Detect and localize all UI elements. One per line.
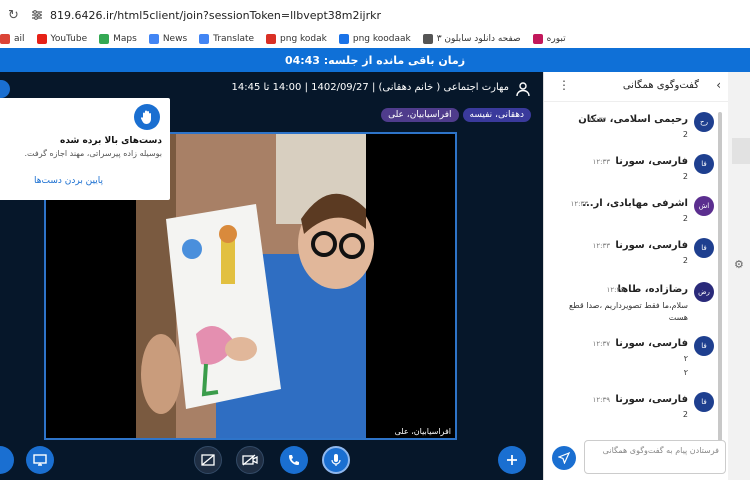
bookmark-icon xyxy=(36,34,47,44)
bookmark-label: Translate xyxy=(213,34,255,44)
bookmark-icon xyxy=(422,34,433,44)
video-label: افراسیابیان، علی xyxy=(394,427,451,436)
bookmark-item[interactable]: png koodaak xyxy=(338,34,411,44)
url-text[interactable]: 819.6426.ir/html5client/join?sessionToke… xyxy=(50,9,381,22)
gear-icon[interactable]: ⚙ xyxy=(734,258,744,271)
chat-title: گفت‌وگوی همگانی xyxy=(622,80,699,91)
raised-hands-title: دست‌های بالا برده شده xyxy=(60,136,162,146)
app-root: ↻ 819.6426.ir/html5client/join?sessionTo… xyxy=(0,0,750,480)
message-author: فارسی، سورنا xyxy=(615,240,688,251)
presenter-tags: دهقانی، نفیسه افراسیابیان، علی xyxy=(381,108,531,122)
camera-off-button[interactable] xyxy=(236,446,264,474)
bookmark-icon xyxy=(99,34,110,44)
chevron-left-icon[interactable]: ‹ xyxy=(716,78,721,92)
avatar: فا xyxy=(694,154,714,174)
raised-hands-panel: دست‌های بالا برده شده بوسیله زاده پیرسرا… xyxy=(0,98,170,200)
message-time: ۱۲:۲۵ xyxy=(606,286,624,294)
bookmark-label: صفحه دانلود سابلون ۳ xyxy=(436,34,521,44)
avatar: اش xyxy=(694,196,714,216)
side-panel-tab[interactable] xyxy=(732,138,750,164)
message-text: ۲ xyxy=(683,354,688,363)
message-text: 2 xyxy=(682,130,688,139)
avatar: رح xyxy=(694,112,714,132)
screen-share-button[interactable] xyxy=(194,446,222,474)
send-icon[interactable] xyxy=(552,446,576,470)
message-author: فارسی، سورنا xyxy=(615,338,688,349)
add-button[interactable] xyxy=(498,446,526,474)
message-text: 2 xyxy=(682,256,688,265)
bookmark-icon xyxy=(148,34,159,44)
message-time: ۱۲:۳۹ xyxy=(592,396,610,404)
bookmark-item[interactable]: صفحه دانلود سابلون ۳ xyxy=(422,34,521,44)
chat-header: ‹ گفت‌وگوی همگانی ⋮ xyxy=(544,72,729,102)
browser-address-bar: ↻ 819.6426.ir/html5client/join?sessionTo… xyxy=(0,0,750,30)
avatar: رض xyxy=(694,282,714,302)
phone-button[interactable] xyxy=(280,446,308,474)
main-stage: مهارت اجتماعی ( خانم دهقانی) | 1402/09/2… xyxy=(0,72,543,480)
lower-hands-button[interactable]: پایین بردن دست‌ها xyxy=(34,176,103,186)
bookmark-icon xyxy=(532,34,543,44)
bookmark-label: ail xyxy=(14,34,25,44)
bookmark-item[interactable]: ail xyxy=(0,34,25,44)
bookmark-item[interactable]: تبوره xyxy=(532,34,566,44)
avatar: فا xyxy=(694,392,714,412)
message-text: ۲ xyxy=(683,368,688,377)
bookmark-item[interactable]: YouTube xyxy=(36,34,88,44)
bookmark-label: YouTube xyxy=(50,34,88,44)
bookmark-icon xyxy=(338,34,349,44)
browser-side-strip: ⚙ xyxy=(728,72,750,480)
media-toolbar xyxy=(0,440,543,480)
avatar: فا xyxy=(694,336,714,356)
bookmark-item[interactable]: png kodak xyxy=(266,34,327,44)
message-text: سلام،ما فقط تصویرداریم ،صدا قطع هست xyxy=(569,301,688,322)
site-info-icon[interactable] xyxy=(30,8,44,22)
hand-icon xyxy=(134,104,160,130)
message-author: رضازاده، طاها xyxy=(617,284,688,295)
user-icon[interactable] xyxy=(515,81,531,97)
bookmark-label: News xyxy=(162,34,188,44)
message-time: ۱۲:۳۷ xyxy=(592,340,610,348)
microphone-button[interactable] xyxy=(322,446,350,474)
options-button[interactable] xyxy=(0,446,14,474)
bookmarks-bar: ail YouTube Maps News Translate png kodak png … xyxy=(0,30,750,48)
bookmark-label: Maps xyxy=(113,34,137,44)
bookmark-item[interactable]: Translate xyxy=(199,34,254,44)
message-author: اشرفی مهابادی، ار... xyxy=(582,198,688,209)
presenter-tag[interactable]: دهقانی، نفیسه xyxy=(462,108,531,122)
bookmark-icon xyxy=(0,34,10,44)
bookmark-item[interactable]: Maps xyxy=(99,34,137,44)
avatar: فا xyxy=(694,238,714,258)
meeting-title: مهارت اجتماعی ( خانم دهقانی) | 1402/09/2… xyxy=(231,82,509,93)
message-time: ۱۲:۳۳ xyxy=(592,242,610,250)
bookmark-icon xyxy=(266,34,277,44)
message-time: ۱۲:۳۳ xyxy=(592,158,610,166)
message-text: 2 xyxy=(682,410,688,419)
bookmark-label: png kodak xyxy=(280,34,327,44)
message-author: فارسی، سورنا xyxy=(615,394,688,405)
session-timer: زمان باقی مانده از جلسه: 04:43 xyxy=(0,48,750,72)
message-author: فارسی، سورنا xyxy=(615,156,688,167)
reload-icon[interactable]: ↻ xyxy=(8,8,30,23)
chat-panel: ‹ گفت‌وگوی همگانی ⋮ رح رحیمی اسلامی، سکان… xyxy=(543,72,729,480)
bookmark-label: تبوره xyxy=(546,34,566,44)
bookmark-item[interactable]: News xyxy=(148,34,188,44)
chat-scrollbar[interactable] xyxy=(718,112,722,462)
more-options-icon[interactable]: ⋮ xyxy=(558,78,570,92)
present-button[interactable] xyxy=(26,446,54,474)
message-time: ۱۲:۳۳ xyxy=(588,116,606,124)
message-time: ۱۲:۳۳ xyxy=(570,200,588,208)
chat-input[interactable]: فرستادن پیام به گفت‌وگوی همگانی xyxy=(584,440,726,474)
bookmark-label: png koodaak xyxy=(352,34,411,44)
raised-hands-description: بوسیله زاده پیرسراتی، مهند اجازه گرفت. xyxy=(24,149,162,158)
presenter-tag[interactable]: افراسیابیان، علی xyxy=(381,108,459,122)
bookmark-icon xyxy=(199,34,210,44)
message-text: 2 xyxy=(682,214,688,223)
message-text: 2 xyxy=(682,172,688,181)
